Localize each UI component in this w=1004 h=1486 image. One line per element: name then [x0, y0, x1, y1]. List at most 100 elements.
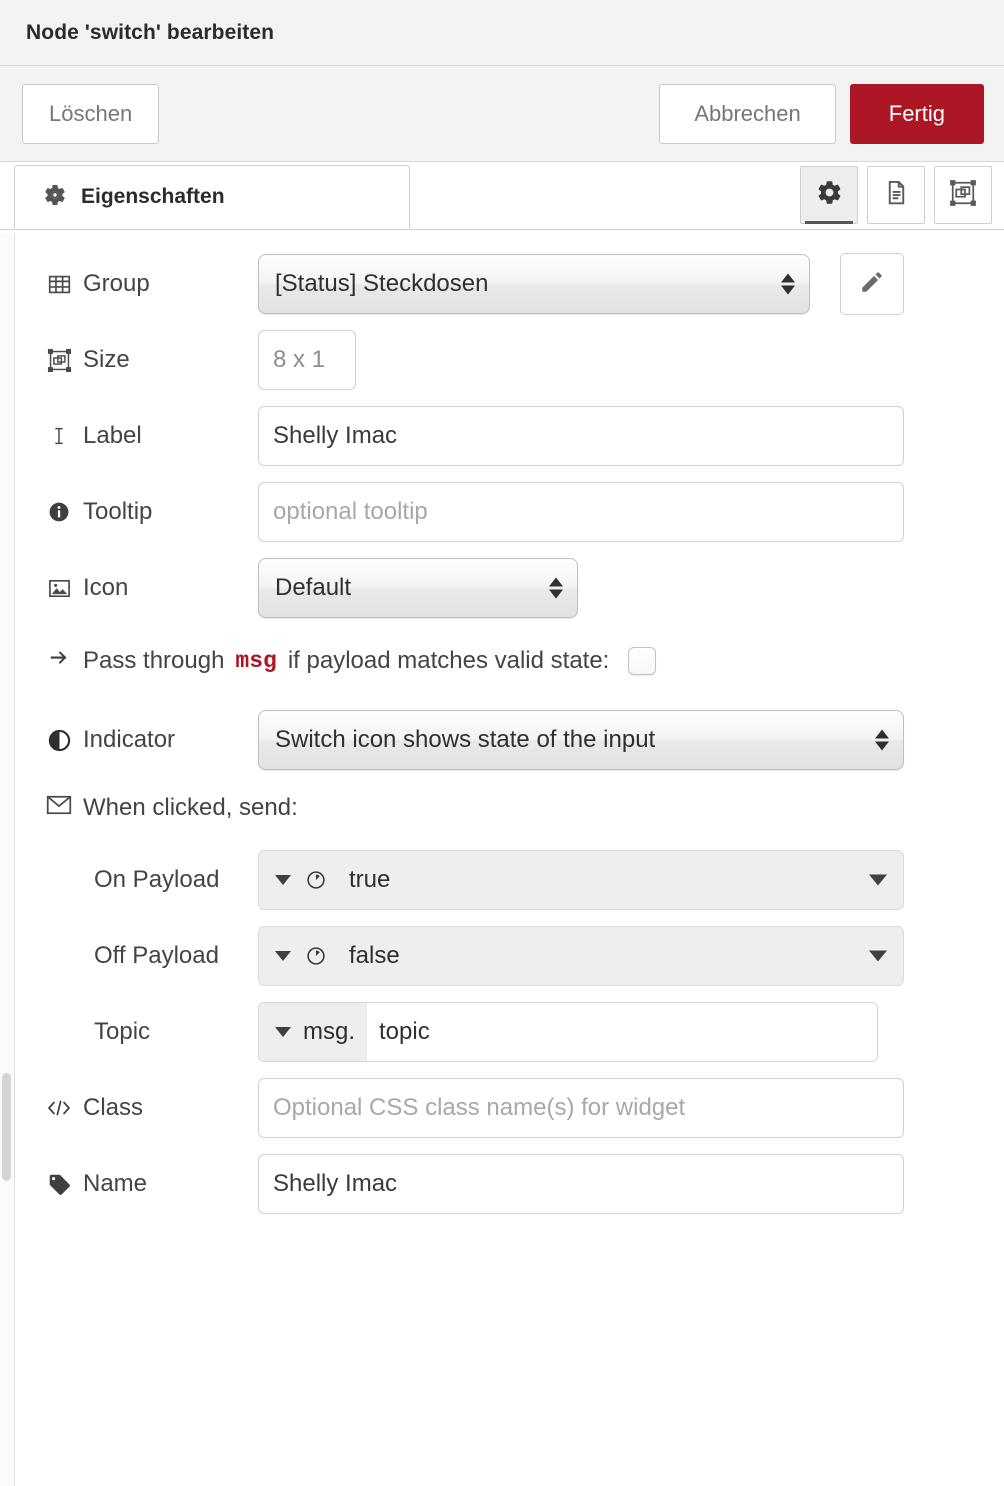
select-arrows-icon [875, 729, 889, 751]
icon-selected-value: Default [275, 574, 352, 601]
topic-label-text: Topic [94, 1018, 151, 1045]
tab-eigenschaften[interactable]: Eigenschaften [14, 165, 410, 229]
boolean-type-icon [305, 945, 327, 967]
appearance-button[interactable] [934, 166, 992, 224]
indicator-label: Indicator [46, 726, 258, 754]
indicator-label-text: Indicator [83, 726, 176, 753]
boolean-type-icon [305, 869, 327, 891]
image-icon [46, 576, 72, 601]
code-icon [46, 1098, 72, 1118]
size-button[interactable]: 8 x 1 [258, 330, 356, 390]
edit-group-button[interactable] [840, 253, 904, 315]
resize-icon [46, 348, 72, 373]
class-label-text: Class [83, 1094, 144, 1121]
off-payload-label-text: Off Payload [94, 942, 219, 969]
icon-select[interactable]: Default [258, 558, 578, 618]
form-row-passthrough: Pass through msg if payload matches vali… [0, 634, 1004, 688]
class-input[interactable] [258, 1078, 904, 1138]
form-row-on-payload: On Payload true [0, 850, 1004, 910]
select-arrows-icon [549, 577, 563, 599]
group-selected-value: [Status] Steckdosen [275, 270, 489, 297]
indicator-select[interactable]: Switch icon shows state of the input [258, 710, 904, 770]
description-button[interactable] [867, 166, 925, 224]
dialog-button-bar: Löschen Abbrechen Fertig [0, 66, 1004, 162]
when-clicked-text: When clicked, send: [83, 794, 298, 821]
appearance-icon [949, 179, 977, 212]
form-row-name: Name [0, 1154, 1004, 1214]
tab-strip: Eigenschaften [0, 162, 1004, 230]
name-input[interactable] [258, 1154, 904, 1214]
label-field-label: Label [46, 422, 258, 450]
done-button[interactable]: Fertig [849, 83, 984, 144]
form-scrollbar-thumb[interactable] [2, 1073, 11, 1181]
name-label-text: Name [83, 1170, 148, 1197]
on-payload-value: true [349, 866, 391, 893]
chevron-down-icon [275, 1027, 291, 1037]
group-label: Group [46, 270, 258, 298]
properties-gear-button[interactable] [800, 166, 858, 224]
topic-typed-input: msg. [258, 1002, 878, 1062]
form-row-label: Label [0, 406, 1004, 466]
cancel-button[interactable]: Abbrechen [659, 83, 836, 144]
delete-button[interactable]: Löschen [22, 83, 160, 144]
group-label-text: Group [83, 270, 150, 297]
form-row-icon: Icon Default [0, 558, 1004, 618]
chevron-down-icon [275, 875, 291, 885]
size-label-text: Size [83, 346, 130, 373]
form-row-topic: Topic msg. [0, 1002, 1004, 1062]
off-payload-label: Off Payload [94, 942, 258, 970]
form-row-indicator: Indicator Switch icon shows state of the… [0, 710, 1004, 770]
group-select[interactable]: [Status] Steckdosen [258, 254, 810, 314]
form-row-size: Size 8 x 1 [0, 330, 1004, 390]
tab-tool-buttons [800, 166, 992, 224]
on-payload-label: On Payload [94, 866, 258, 894]
tooltip-label-text: Tooltip [83, 498, 153, 525]
topic-label: Topic [94, 1018, 258, 1046]
topic-type-dropdown[interactable]: msg. [259, 1003, 368, 1061]
off-payload-value: false [349, 942, 400, 969]
chevron-down-icon [869, 874, 887, 886]
dialog-title: Node 'switch' bearbeiten [26, 20, 275, 44]
on-payload-typed-input[interactable]: true [258, 850, 904, 910]
icon-label: Icon [46, 574, 258, 602]
adjust-icon [46, 728, 72, 753]
form-row-off-payload: Off Payload false [0, 926, 1004, 986]
chevron-down-icon [275, 951, 291, 961]
form-row-class: Class [0, 1078, 1004, 1138]
chevron-down-icon [869, 950, 887, 962]
passthrough-text-before: Pass through [83, 647, 225, 674]
pencil-icon [859, 269, 885, 300]
gear-icon [43, 183, 67, 212]
off-payload-typed-input[interactable]: false [258, 926, 904, 986]
tooltip-input[interactable] [258, 482, 904, 542]
form-row-tooltip: Tooltip [0, 482, 1004, 542]
label-input[interactable] [258, 406, 904, 466]
passthrough-msg-code: msg [235, 648, 277, 674]
envelope-icon [46, 794, 72, 823]
form-row-group: Group [Status] Steckdosen [0, 253, 1004, 315]
topic-prefix-text: msg. [303, 1018, 356, 1045]
tab-label: Eigenschaften [81, 185, 225, 208]
gear-icon [816, 179, 843, 211]
indicator-selected-value: Switch icon shows state of the input [275, 726, 656, 753]
tooltip-label: Tooltip [46, 498, 258, 526]
icon-label-text: Icon [83, 574, 129, 601]
select-arrows-icon [781, 273, 795, 295]
dialog-action-buttons: Abbrechen Fertig [659, 83, 984, 144]
dialog-header: Node 'switch' bearbeiten [0, 0, 1004, 66]
text-cursor-icon [46, 424, 72, 448]
topic-input[interactable] [367, 1003, 877, 1061]
on-payload-label-text: On Payload [94, 866, 220, 893]
document-icon [883, 179, 910, 211]
info-icon [46, 500, 72, 524]
label-field-text: Label [83, 422, 142, 449]
name-label: Name [46, 1170, 258, 1198]
size-label: Size [46, 346, 258, 374]
when-clicked-heading: When clicked, send: [0, 786, 1004, 830]
passthrough-checkbox[interactable] [628, 647, 657, 675]
form-scrollbar-track[interactable] [0, 233, 15, 1486]
tag-icon [46, 1172, 72, 1197]
size-value: 8 x 1 [273, 346, 326, 373]
node-properties-form: Group [Status] Steckdosen Size 8 x 1 Lab… [0, 230, 1004, 1214]
class-label: Class [46, 1094, 258, 1122]
